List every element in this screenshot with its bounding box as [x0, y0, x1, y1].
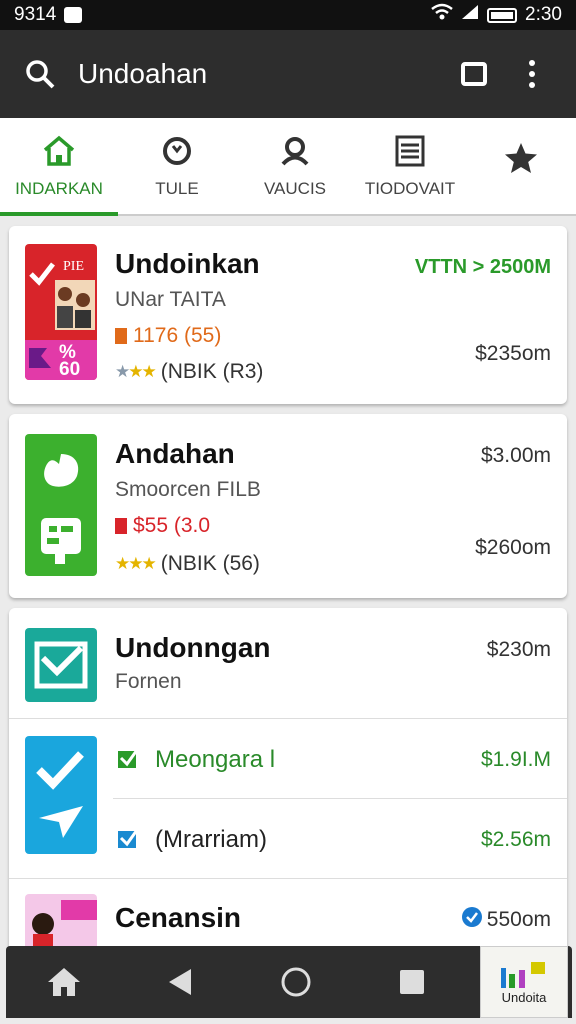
more-vert-icon: [529, 60, 535, 88]
verified-icon: [461, 906, 483, 933]
item-name: Andahan: [115, 438, 235, 469]
item-rating: ★★★ (NBIK (56): [115, 552, 260, 576]
price-line-text: 1176 (55): [133, 324, 222, 347]
navigation-bar: Undoita: [6, 946, 572, 1018]
status-left-text: 9314: [14, 4, 57, 25]
check-icon: [117, 828, 139, 855]
app-title: Undoahan: [78, 58, 208, 89]
red-square-icon: [115, 518, 127, 534]
tab-label: INDARKAN: [15, 179, 103, 198]
rating-text: (NBIK (56): [160, 552, 260, 575]
tab-favorites[interactable]: [466, 118, 576, 214]
search-icon[interactable]: [22, 52, 58, 96]
tab-indarkan[interactable]: INDARKAN: [0, 118, 118, 216]
item-name: Undoinkan: [115, 248, 260, 279]
list-item[interactable]: Meongara l $1.9I.M: [105, 718, 567, 798]
battery-icon: [487, 7, 518, 23]
tab-label: TULE: [155, 179, 199, 198]
check-icon: [117, 748, 139, 775]
square-recents-icon: [400, 970, 424, 994]
item-thumbnail: [25, 434, 97, 576]
price-line-text: $55 (3.0: [133, 514, 211, 537]
orange-square-icon: [115, 328, 127, 344]
status-time: 2:30: [525, 4, 562, 25]
tab-tule[interactable]: TULE: [118, 118, 236, 214]
clock-icon: [163, 137, 191, 165]
item-top-price: $3.00m: [480, 444, 551, 467]
nav-recents-button[interactable]: [354, 946, 470, 1018]
item-name: Undonngan: [115, 632, 271, 663]
list-item[interactable]: Andahan $3.00m Smoorcen FILB $55 (3.0 $2…: [9, 414, 567, 598]
item-subtitle: UNar TAITA: [115, 288, 226, 311]
nav-home-button[interactable]: [6, 946, 122, 1018]
nav-back-button[interactable]: [122, 946, 238, 1018]
home-icon: [48, 968, 80, 996]
item-name: Meongara l: [155, 746, 276, 773]
brand-widget[interactable]: Undoita: [480, 946, 568, 1018]
tab-vaucis[interactable]: VAUCIS: [236, 118, 354, 214]
item-subtitle: Smoorcen FILB: [115, 478, 261, 501]
list-item[interactable]: PIE % 60 Undoinkan UNar TAITA VTTN > 250…: [9, 226, 567, 404]
back-icon: [169, 969, 191, 995]
item-thumbnail: [25, 736, 97, 854]
wifi-icon: [431, 3, 453, 27]
brand-label: Undoita: [501, 989, 547, 1005]
item-rating: ★★★ (NBIK (R3): [115, 360, 263, 384]
item-subtitle: Fornen: [115, 670, 182, 693]
tab-bar: INDARKAN TULE VAUCIS TIODOVAIT: [0, 118, 576, 216]
item-name: (Mrarriam): [155, 826, 267, 853]
square-icon: [461, 62, 487, 86]
signal-icon: [461, 4, 479, 26]
item-price-line: $55 (3.0: [115, 514, 210, 538]
status-bar: 9314 2:30: [0, 0, 576, 30]
item-price: $260om: [475, 536, 551, 559]
thumb-badge: % 60: [59, 342, 81, 380]
list-item[interactable]: (Mrarriam) $2.56m: [105, 798, 567, 878]
brand-logo-icon: [501, 961, 545, 988]
item-thumbnail: PIE % 60: [25, 244, 97, 380]
nav-overview-button[interactable]: [238, 946, 354, 1018]
item-price: 550om: [486, 908, 551, 931]
person-icon: [281, 137, 309, 166]
tab-tiodovait[interactable]: TIODOVAIT: [354, 118, 466, 214]
rating-text: (NBIK (R3): [160, 360, 264, 383]
notification-icon: [64, 7, 83, 23]
item-price: $235om: [475, 342, 551, 365]
svg-text:PIE: PIE: [63, 259, 84, 274]
list-item[interactable]: Undonngan Fornen $230m: [9, 608, 567, 718]
item-highlight: VTTN > 2500M: [415, 256, 551, 279]
item-price: $2.56m: [480, 828, 551, 851]
tab-label: VAUCIS: [263, 179, 327, 198]
highlight-text: VTTN > 2500M: [414, 256, 551, 278]
grouped-list: Undonngan Fornen $230m Meongara l $1.9I.…: [9, 608, 567, 968]
app-bar: Undoahan: [0, 30, 576, 118]
item-price-line: 1176 (55): [115, 324, 221, 348]
item-price: $1.9I.M: [480, 748, 551, 771]
home-icon: [43, 135, 75, 166]
stars-icon: ★★★: [115, 554, 157, 573]
circle-home-icon: [281, 967, 311, 997]
item-thumbnail: [25, 628, 97, 702]
stars-icon: ★★★: [115, 362, 157, 381]
square-button[interactable]: [452, 52, 496, 96]
item-price: $230m: [486, 638, 551, 661]
list-icon: [395, 135, 425, 167]
item-name: Cenansin: [115, 902, 242, 933]
star-icon: [505, 143, 537, 173]
more-button[interactable]: [510, 52, 554, 96]
tab-label: TIODOVAIT: [364, 179, 456, 198]
